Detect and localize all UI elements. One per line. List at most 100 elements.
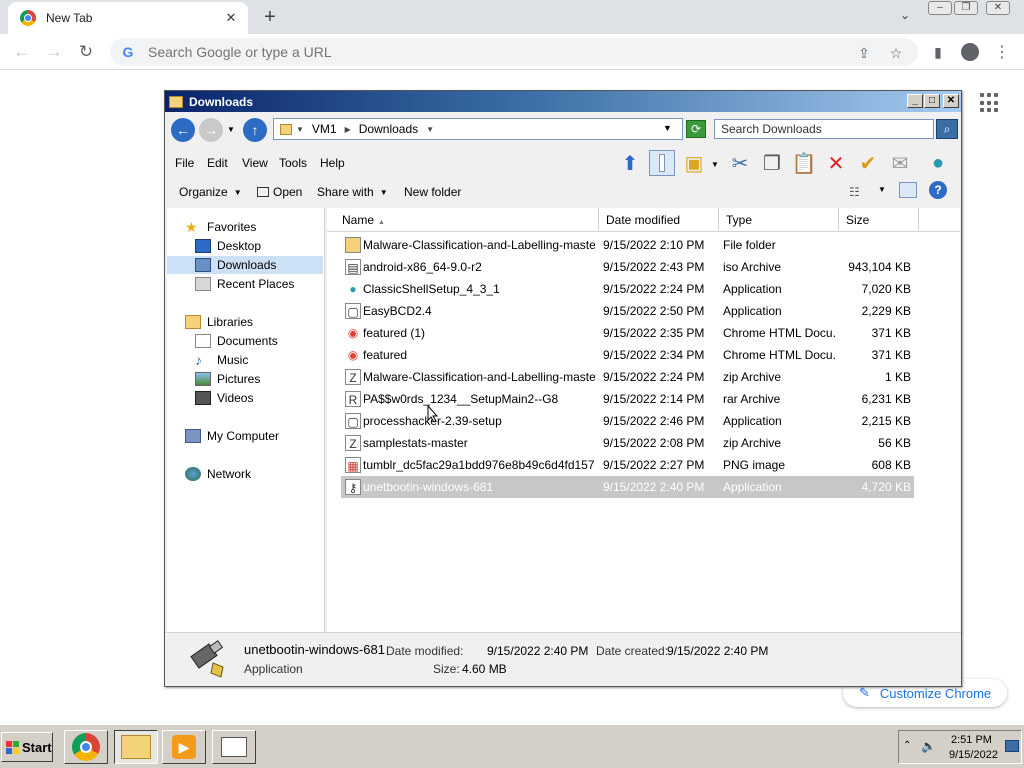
breadcrumb-vm1[interactable]: VM1 xyxy=(312,122,337,136)
omnibox[interactable]: G ⇪ ☆ xyxy=(110,38,918,66)
file-date-modified: 9/15/2022 2:24 PM xyxy=(603,370,705,384)
breadcrumb-downloads[interactable]: Downloads xyxy=(359,122,418,136)
nav-music[interactable]: ♪ Music xyxy=(195,351,248,369)
profile-avatar-icon[interactable] xyxy=(958,41,982,63)
properties-check-icon[interactable]: ✔ xyxy=(855,150,881,176)
column-header-date[interactable]: Date modified xyxy=(599,208,719,232)
menu-file[interactable]: File xyxy=(175,156,194,170)
restore-button[interactable]: ❐ xyxy=(954,1,978,15)
nav-libraries[interactable]: Libraries xyxy=(185,313,253,331)
folders-pane-icon[interactable] xyxy=(649,150,675,176)
nav-desktop[interactable]: Desktop xyxy=(195,237,261,255)
folder-options-icon[interactable]: ▣ xyxy=(681,150,707,176)
file-row[interactable]: ● ClassicShellSetup_4_3_1 9/15/2022 2:24 P… xyxy=(341,278,914,300)
taskbar-chrome[interactable] xyxy=(64,730,108,764)
view-dropdown-icon[interactable]: ▼ xyxy=(878,185,886,194)
explorer-maximize-button[interactable]: □ xyxy=(924,94,940,108)
up-folder-icon[interactable]: ↑ xyxy=(243,118,267,142)
tab-search-icon[interactable]: ⌄ xyxy=(896,8,914,26)
new-folder-button[interactable]: New folder xyxy=(404,185,461,199)
file-type: iso Archive xyxy=(723,260,782,274)
nav-pictures[interactable]: Pictures xyxy=(195,370,260,388)
file-row[interactable]: ▤ android-x86_64-9.0-r2 9/15/2022 2:43 PM i… xyxy=(341,256,914,278)
forward-arrow-icon[interactable]: → xyxy=(42,41,66,63)
file-row[interactable]: ◉ featured 9/15/2022 2:34 PM Chrome HTML Do… xyxy=(341,344,914,366)
help-icon[interactable]: ? xyxy=(929,181,947,199)
chrome-menu-icon[interactable]: ⋮ xyxy=(990,41,1014,63)
file-row[interactable]: Zsamplestats-master 9/15/2022 2:08 PM zip … xyxy=(341,432,914,454)
breadcrumb-arrow-icon[interactable]: ▼ xyxy=(426,125,434,134)
file-type: Application xyxy=(723,414,782,428)
views-dropdown-icon[interactable]: ▼ xyxy=(711,160,719,169)
menu-view[interactable]: View xyxy=(242,156,268,170)
file-row[interactable]: ◉ featured (1) 9/15/2022 2:35 PM Chrome HTM… xyxy=(341,322,914,344)
new-tab-button[interactable]: + xyxy=(258,5,282,29)
google-apps-icon[interactable] xyxy=(980,93,1000,113)
share-with-button[interactable]: Share with ▼ xyxy=(317,185,388,199)
taskbar-explorer[interactable] xyxy=(114,730,158,764)
tab-new-tab[interactable]: New Tab ✕ xyxy=(8,2,248,34)
share-icon[interactable]: ⇪ xyxy=(856,45,872,61)
address-dropdown-icon[interactable]: ▼ xyxy=(663,123,672,133)
globe-icon[interactable]: ● xyxy=(925,150,951,176)
open-button[interactable]: Open xyxy=(257,185,302,199)
bookmark-star-icon[interactable]: ☆ xyxy=(888,45,904,61)
explorer-title-bar[interactable]: Downloads _ □ ✕ xyxy=(165,91,961,112)
side-panel-icon[interactable]: ▮ xyxy=(926,41,950,63)
explorer-forward-icon[interactable]: → xyxy=(199,118,223,142)
history-dropdown-icon[interactable]: ▼ xyxy=(227,125,235,134)
taskbar-media-player[interactable]: ▶ xyxy=(162,730,206,764)
volume-icon[interactable]: 🔈 xyxy=(921,739,936,753)
menu-help[interactable]: Help xyxy=(320,156,345,170)
copy-icon[interactable]: ❐ xyxy=(759,150,785,176)
nav-network[interactable]: Network xyxy=(185,465,251,483)
omnibox-input[interactable] xyxy=(148,44,808,60)
start-button[interactable]: Start xyxy=(1,732,53,762)
file-row[interactable]: ⚷ unetbootin-windows-681 9/15/2022 2:40 PM… xyxy=(341,476,914,498)
nav-videos[interactable]: Videos xyxy=(195,389,253,407)
explorer-minimize-button[interactable]: _ xyxy=(907,94,923,108)
taskbar-task-manager[interactable] xyxy=(212,730,256,764)
tab-close-icon[interactable]: ✕ xyxy=(220,7,242,29)
preview-pane-icon[interactable] xyxy=(899,182,917,198)
nav-favorites[interactable]: ★ Favorites xyxy=(185,218,256,236)
search-downloads-input[interactable]: Search Downloads xyxy=(714,119,934,139)
column-header-name[interactable]: Name ▲ xyxy=(335,208,599,232)
organize-button[interactable]: Organize ▼ xyxy=(179,185,242,199)
clock-date[interactable]: 9/15/2022 xyxy=(949,749,998,761)
mail-icon[interactable]: ✉ xyxy=(887,150,913,176)
close-window-button[interactable]: ✕ xyxy=(986,1,1010,15)
address-breadcrumb[interactable]: ▼ VM1 ▶ Downloads ▼ xyxy=(273,118,683,140)
up-arrow-icon[interactable]: ⬆ xyxy=(617,150,643,176)
column-header-type[interactable]: Type xyxy=(719,208,839,232)
file-row[interactable]: ▢ EasyBCD2.4 9/15/2022 2:50 PM Application 2… xyxy=(341,300,914,322)
delete-x-icon[interactable]: ✕ xyxy=(823,150,849,176)
nav-my-computer[interactable]: My Computer xyxy=(185,427,279,445)
menu-tools[interactable]: Tools xyxy=(279,156,307,170)
breadcrumb-arrow-icon[interactable]: ▶ xyxy=(345,125,351,134)
file-row[interactable]: Z Malware-Classification-and-Labelling-ma… xyxy=(341,366,914,388)
nav-downloads[interactable]: Downloads xyxy=(167,256,323,274)
minimize-button[interactable]: – xyxy=(928,1,952,15)
back-arrow-icon[interactable]: ← xyxy=(10,41,34,63)
paste-clipboard-icon[interactable]: 📋 xyxy=(791,150,817,176)
nav-recent-places[interactable]: Recent Places xyxy=(195,275,294,293)
file-type: zip Archive xyxy=(723,370,782,384)
column-header-size[interactable]: Size xyxy=(839,208,919,232)
file-row[interactable]: Malware-Classification-and-Labelling-mas… xyxy=(341,234,914,256)
file-row[interactable]: ▦ tumblr_dc5fac29a1bdd976e8b49c6d4fd157e.… xyxy=(341,454,914,476)
cut-scissors-icon[interactable]: ✂ xyxy=(727,150,753,176)
clock-time[interactable]: 2:51 PM xyxy=(951,734,992,746)
refresh-icon[interactable]: ⟳ xyxy=(686,120,706,138)
explorer-back-icon[interactable]: ← xyxy=(171,118,195,142)
change-view-icon[interactable]: ☷ xyxy=(849,185,860,199)
breadcrumb-arrow-icon[interactable]: ▼ xyxy=(296,125,304,134)
menu-edit[interactable]: Edit xyxy=(207,156,228,170)
tray-expand-icon[interactable]: ⌃ xyxy=(903,740,911,751)
reload-icon[interactable]: ↻ xyxy=(74,41,98,63)
nav-documents[interactable]: Documents xyxy=(195,332,278,350)
network-tray-icon[interactable] xyxy=(1005,740,1019,752)
search-icon[interactable]: ⌕ xyxy=(936,119,958,139)
explorer-close-button[interactable]: ✕ xyxy=(943,94,959,108)
nav-videos-label: Videos xyxy=(217,391,254,405)
